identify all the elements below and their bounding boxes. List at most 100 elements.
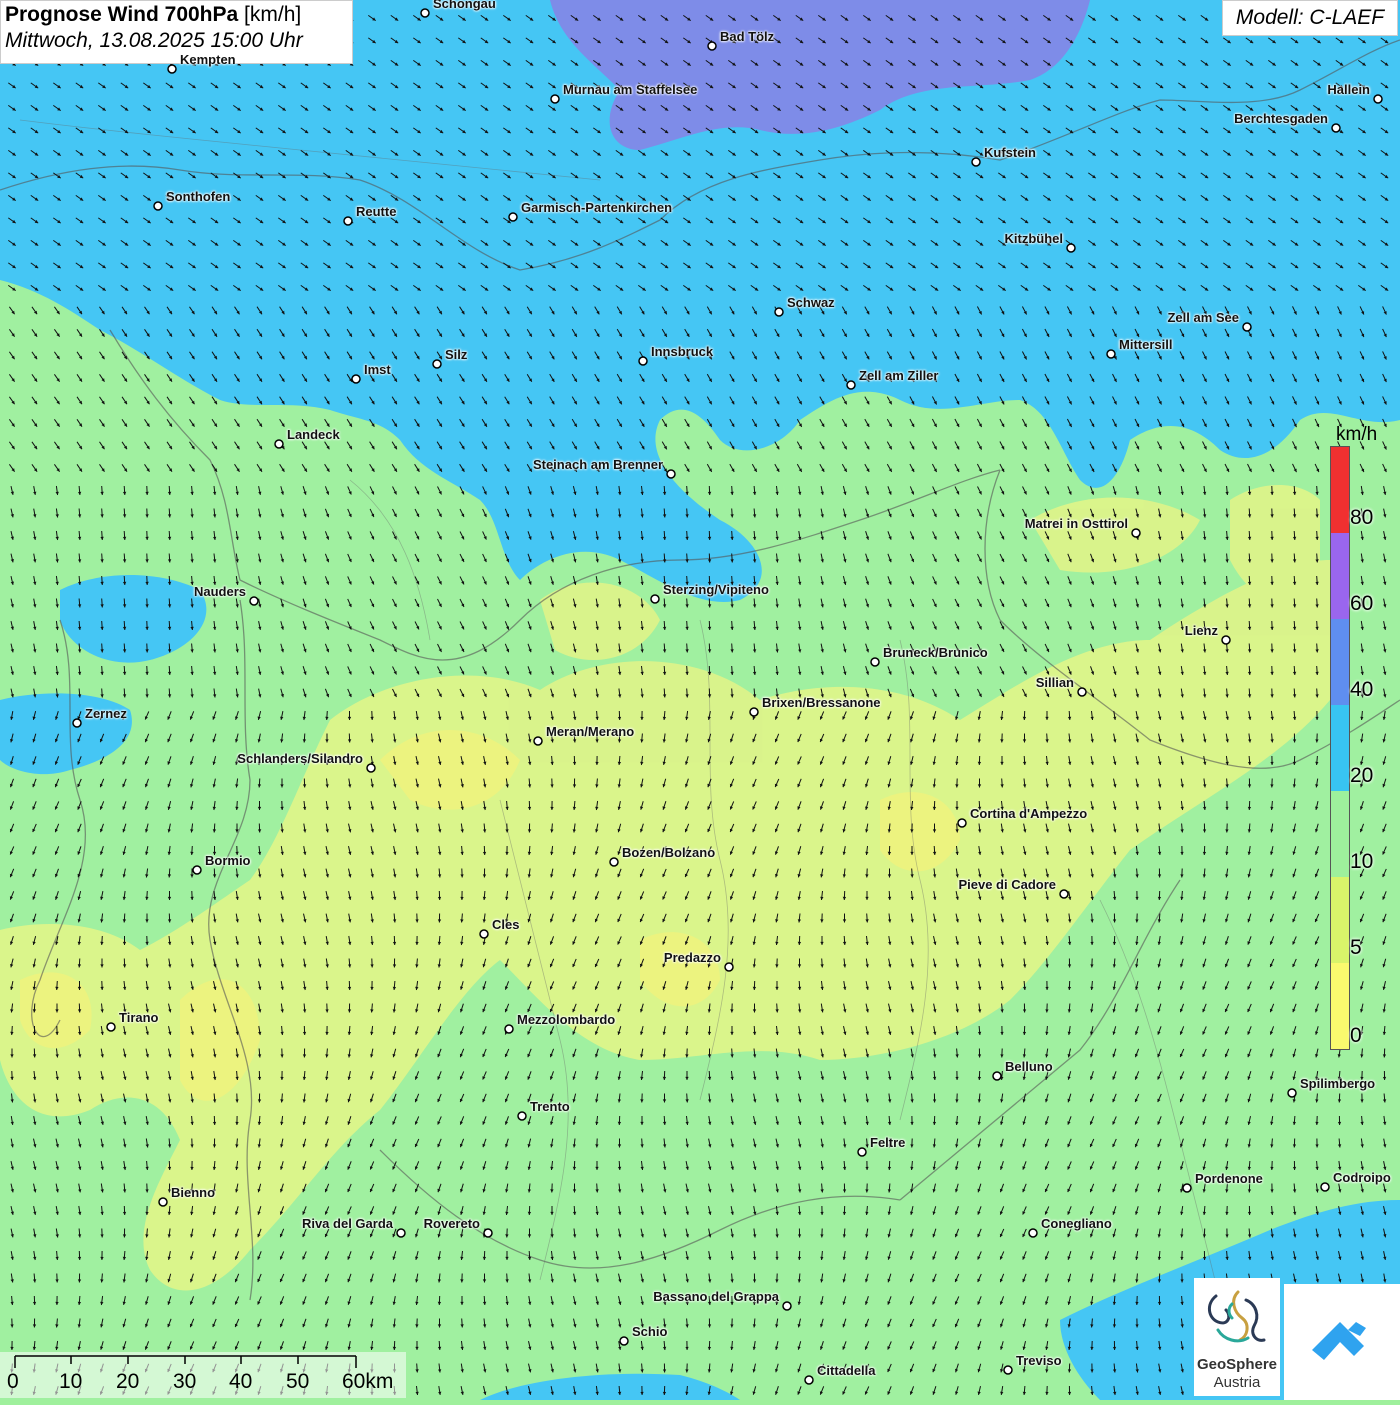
city-marker xyxy=(708,42,716,50)
city-label: Hallein xyxy=(1327,82,1370,97)
scale-label: 30 xyxy=(173,1370,196,1394)
legend-unit: km/h xyxy=(1336,424,1377,446)
legend-color-segment xyxy=(1331,963,1349,1049)
legend-color-segment xyxy=(1331,533,1349,619)
legend-color-segment xyxy=(1331,447,1349,533)
legend-label: 20 xyxy=(1350,764,1373,788)
city-label: Lienz xyxy=(1185,623,1218,638)
scale-label: 50 xyxy=(286,1370,309,1394)
city-label: Mittersill xyxy=(1119,337,1172,352)
city-marker xyxy=(639,357,647,365)
city-label: Spilimbergo xyxy=(1300,1076,1375,1091)
city-marker xyxy=(107,1023,115,1031)
city-marker xyxy=(1004,1366,1012,1374)
title-unit: [km/h] xyxy=(244,3,301,26)
scale-label: 10 xyxy=(59,1370,82,1394)
city-marker xyxy=(1243,323,1251,331)
city-marker xyxy=(667,470,675,478)
city-marker xyxy=(651,595,659,603)
city-label: Berchtesgaden xyxy=(1234,111,1328,126)
legend: km/h 806040201050 xyxy=(1328,420,1396,1060)
city-marker xyxy=(1332,124,1340,132)
city-marker xyxy=(275,440,283,448)
legend-color-segment xyxy=(1331,877,1349,963)
city-marker xyxy=(1078,688,1086,696)
city-marker xyxy=(433,360,441,368)
city-label: Schio xyxy=(632,1324,667,1339)
city-label: Mezzolombardo xyxy=(517,1012,615,1027)
scale-label: 60km xyxy=(342,1370,393,1394)
city-label: Zell am See xyxy=(1167,310,1239,325)
city-label: Bozen/Bolzano xyxy=(622,845,715,860)
scale-label: 40 xyxy=(229,1370,252,1394)
geosphere-logo[interactable]: GeoSphere Austria xyxy=(1194,1278,1280,1396)
city-label: Cortina d'Ampezzo xyxy=(970,806,1087,821)
city-label: Conegliano xyxy=(1041,1216,1112,1231)
map-title-box: Prognose Wind 700hPa [km/h] Mittwoch, 13… xyxy=(0,0,353,64)
legend-label: 0 xyxy=(1350,1024,1362,1048)
city-label: Bad Tölz xyxy=(720,29,774,44)
city-label: Pordenone xyxy=(1195,1171,1263,1186)
city-marker xyxy=(972,158,980,166)
city-label: Predazzo xyxy=(664,950,721,965)
city-marker xyxy=(344,217,352,225)
city-label: Riva del Garda xyxy=(302,1216,393,1231)
logo-text-geosphere: GeoSphere xyxy=(1194,1356,1280,1373)
legend-colorbar xyxy=(1330,446,1350,1050)
city-label: Brixen/Bressanone xyxy=(762,695,881,710)
city-marker xyxy=(610,858,618,866)
city-label: Meran/Merano xyxy=(546,724,634,739)
city-marker xyxy=(480,930,488,938)
city-label: Codroipo xyxy=(1333,1170,1391,1185)
city-label: Bruneck/Brunico xyxy=(883,645,988,660)
city-label: Zernez xyxy=(85,706,127,721)
city-label: Matrei in Osttirol xyxy=(1025,516,1128,531)
city-label: Kempten xyxy=(180,52,236,67)
legend-label: 5 xyxy=(1350,936,1362,960)
city-marker xyxy=(1029,1229,1037,1237)
legend-color-segment xyxy=(1331,619,1349,705)
city-marker xyxy=(858,1148,866,1156)
city-label: Innsbruck xyxy=(651,344,713,359)
legend-label: 40 xyxy=(1350,678,1373,702)
app-logo[interactable] xyxy=(1284,1284,1400,1400)
city-label: Trento xyxy=(530,1099,570,1114)
logo-text-austria: Austria xyxy=(1194,1374,1280,1391)
city-marker xyxy=(1067,244,1075,252)
city-marker xyxy=(1222,636,1230,644)
city-label: Cles xyxy=(492,917,519,932)
city-label: Cittadella xyxy=(817,1363,876,1378)
city-marker xyxy=(750,708,758,716)
city-label: Rovereto xyxy=(424,1216,480,1231)
city-label: Silz xyxy=(445,347,467,362)
city-marker xyxy=(509,213,517,221)
city-marker xyxy=(421,9,429,17)
city-marker xyxy=(1374,95,1382,103)
city-label: Kufstein xyxy=(984,145,1036,160)
city-label: Treviso xyxy=(1016,1353,1062,1368)
city-label: Murnau am Staffelsee xyxy=(563,82,697,97)
city-marker xyxy=(367,764,375,772)
city-label: Tirano xyxy=(119,1010,159,1025)
city-label: Belluno xyxy=(1005,1059,1053,1074)
city-label: Bienno xyxy=(171,1185,215,1200)
city-marker xyxy=(805,1376,813,1384)
city-label: Pieve di Cadore xyxy=(958,877,1056,892)
city-label: Sonthofen xyxy=(166,189,230,204)
city-label: Bormio xyxy=(205,853,251,868)
city-label: Kitzbühel xyxy=(1005,231,1064,246)
model-label: Modell: C-LAEF xyxy=(1222,0,1398,36)
city-label: Reutte xyxy=(356,204,396,219)
legend-label: 10 xyxy=(1350,850,1373,874)
city-label: Sterzing/Vipiteno xyxy=(663,582,769,597)
city-marker xyxy=(505,1025,513,1033)
legend-color-segment xyxy=(1331,791,1349,877)
city-marker xyxy=(871,658,879,666)
title-main: Prognose Wind 700hPa xyxy=(5,3,238,26)
city-marker xyxy=(620,1337,628,1345)
city-marker xyxy=(1183,1184,1191,1192)
city-marker xyxy=(397,1229,405,1237)
city-marker xyxy=(725,963,733,971)
city-label: Steinach am Brenner xyxy=(533,457,663,472)
city-label: Feltre xyxy=(870,1135,905,1150)
